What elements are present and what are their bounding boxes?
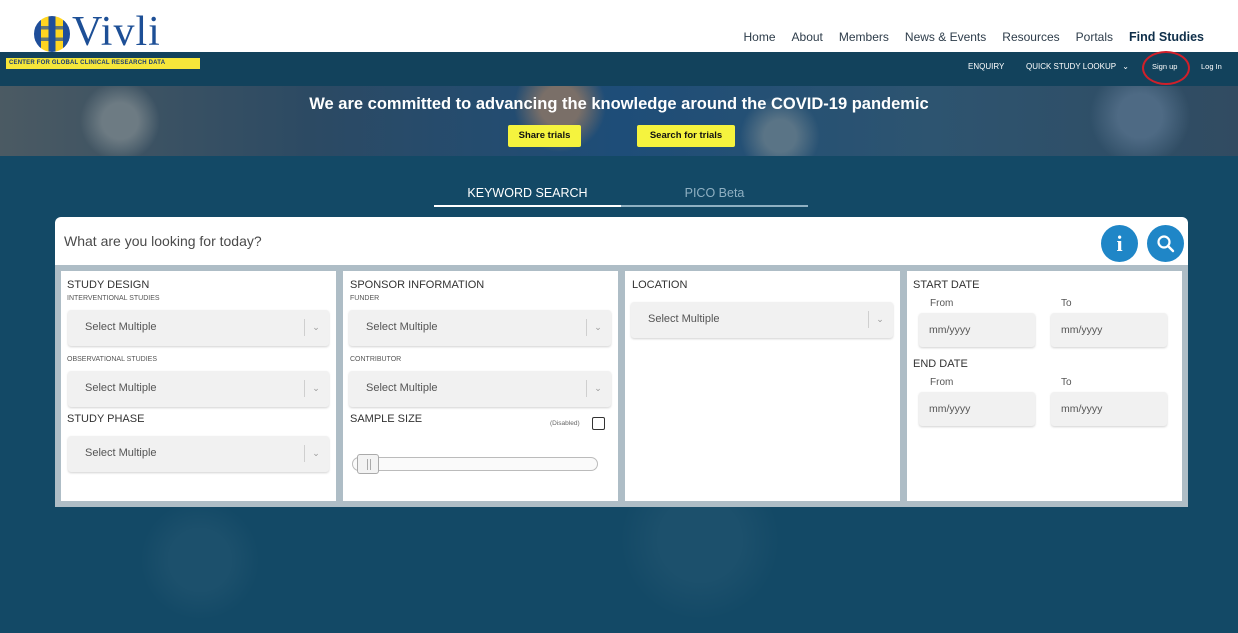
- search-icon: [1157, 235, 1175, 253]
- search-button[interactable]: [1147, 225, 1184, 262]
- nav-find-studies[interactable]: Find Studies: [1129, 30, 1204, 44]
- study-design-title: STUDY DESIGN: [67, 279, 150, 291]
- share-trials-button[interactable]: Share trials: [508, 125, 581, 147]
- select-value: Select Multiple: [366, 382, 438, 394]
- nav-about[interactable]: About: [792, 30, 823, 44]
- date-placeholder: mm/yyyy: [1061, 324, 1103, 336]
- observational-studies-select[interactable]: Select Multiple ⌄: [68, 371, 329, 407]
- start-to-label: To: [1061, 298, 1072, 309]
- date-placeholder: mm/yyyy: [929, 324, 971, 336]
- logo-tagline: CENTER FOR GLOBAL CLINICAL RESEARCH DATA: [6, 58, 200, 69]
- vivli-logo[interactable]: Vivli: [34, 4, 161, 55]
- globe-icon: [34, 16, 70, 52]
- interventional-studies-label: INTERVENTIONAL STUDIES: [67, 295, 160, 302]
- disabled-checkbox[interactable]: [592, 417, 605, 430]
- logo-text: Vivli: [72, 9, 161, 55]
- select-divider: [304, 380, 305, 397]
- search-bar: [55, 217, 1188, 265]
- log-in-link[interactable]: Log In: [1201, 62, 1222, 71]
- select-value: Select Multiple: [366, 321, 438, 333]
- end-from-label: From: [930, 377, 954, 388]
- slider-handle[interactable]: [357, 454, 379, 474]
- nav-news-events[interactable]: News & Events: [905, 30, 986, 44]
- nav-portals[interactable]: Portals: [1076, 30, 1113, 44]
- contributor-label: CONTRIBUTOR: [350, 356, 402, 363]
- start-date-title: START DATE: [913, 279, 980, 291]
- search-input[interactable]: [64, 217, 1044, 265]
- info-button[interactable]: i: [1101, 225, 1138, 262]
- observational-studies-label: OBSERVATIONAL STUDIES: [67, 356, 157, 363]
- end-to-label: To: [1061, 377, 1072, 388]
- nav-resources[interactable]: Resources: [1002, 30, 1059, 44]
- nav-members[interactable]: Members: [839, 30, 889, 44]
- start-date-from-input[interactable]: mm/yyyy: [919, 313, 1035, 347]
- chevron-down-icon: ⌄: [312, 448, 320, 458]
- quick-study-lookup-menu[interactable]: QUICK STUDY LOOKUP ⌄: [1026, 62, 1129, 71]
- tab-keyword-search[interactable]: KEYWORD SEARCH: [434, 186, 621, 207]
- select-value: Select Multiple: [85, 382, 157, 394]
- date-placeholder: mm/yyyy: [1061, 403, 1103, 415]
- funder-label: FUNDER: [350, 295, 380, 302]
- quick-study-lookup-label: QUICK STUDY LOOKUP: [1026, 62, 1116, 71]
- search-for-trials-button[interactable]: Search for trials: [637, 125, 735, 147]
- date-placeholder: mm/yyyy: [929, 403, 971, 415]
- end-date-from-input[interactable]: mm/yyyy: [919, 392, 1035, 426]
- nav-home[interactable]: Home: [744, 30, 776, 44]
- sign-up-link[interactable]: Sign up: [1152, 62, 1177, 71]
- study-phase-title: STUDY PHASE: [67, 413, 145, 425]
- location-select[interactable]: Select Multiple ⌄: [631, 302, 893, 338]
- chevron-down-icon: ⌄: [594, 383, 602, 393]
- select-value: Select Multiple: [85, 321, 157, 333]
- select-divider: [304, 319, 305, 336]
- background-texture: [0, 500, 1238, 633]
- sample-size-slider[interactable]: [352, 457, 598, 471]
- select-divider: [586, 380, 587, 397]
- location-title: LOCATION: [632, 279, 688, 291]
- end-date-title: END DATE: [913, 358, 968, 370]
- end-date-to-input[interactable]: mm/yyyy: [1051, 392, 1167, 426]
- sample-size-title: SAMPLE SIZE: [350, 413, 423, 425]
- sponsor-title: SPONSOR INFORMATION: [350, 279, 485, 291]
- select-value: Select Multiple: [85, 447, 157, 459]
- select-divider: [868, 311, 869, 328]
- funder-select[interactable]: Select Multiple ⌄: [349, 310, 611, 346]
- chevron-down-icon: ⌄: [876, 314, 884, 324]
- top-header: [0, 0, 1238, 52]
- banner-title: We are committed to advancing the knowle…: [309, 95, 929, 113]
- disabled-label: (Disabled): [550, 420, 580, 427]
- enquiry-link[interactable]: ENQUIRY: [968, 62, 1004, 71]
- interventional-studies-select[interactable]: Select Multiple ⌄: [68, 310, 329, 346]
- select-divider: [304, 445, 305, 462]
- select-divider: [586, 319, 587, 336]
- chevron-down-icon: ⌄: [594, 322, 602, 332]
- chevron-down-icon: ⌄: [1122, 62, 1129, 71]
- select-value: Select Multiple: [648, 313, 720, 325]
- study-phase-select[interactable]: Select Multiple ⌄: [68, 436, 329, 472]
- main-nav: Home About Members News & Events Resourc…: [744, 30, 1204, 44]
- chevron-down-icon: ⌄: [312, 383, 320, 393]
- tab-pico-beta[interactable]: PICO Beta: [621, 186, 808, 207]
- chevron-down-icon: ⌄: [312, 322, 320, 332]
- contributor-select[interactable]: Select Multiple ⌄: [349, 371, 611, 407]
- start-from-label: From: [930, 298, 954, 309]
- start-date-to-input[interactable]: mm/yyyy: [1051, 313, 1167, 347]
